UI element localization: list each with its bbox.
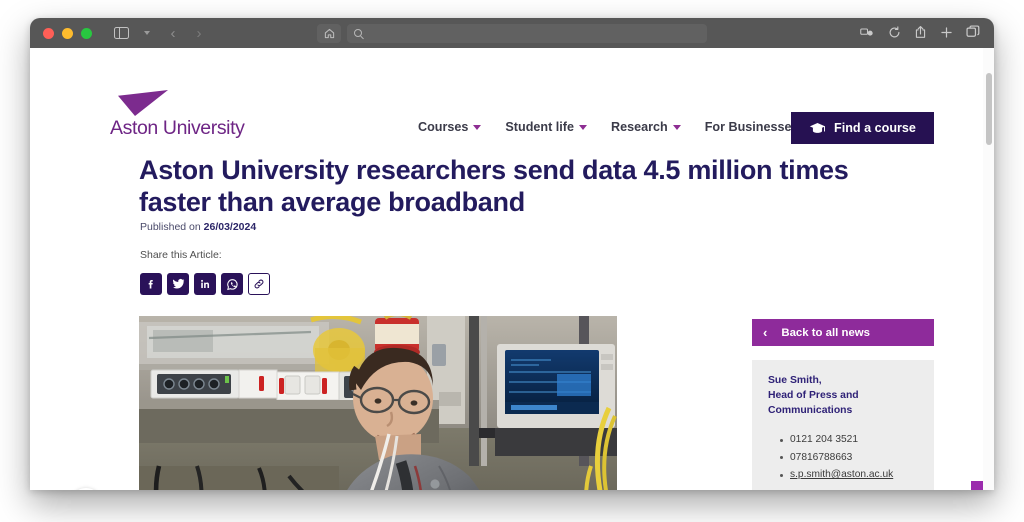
site-logo[interactable]: Aston University <box>110 90 260 140</box>
forward-button[interactable]: › <box>188 23 210 43</box>
titlebar-left-controls: ‹ › <box>110 23 210 43</box>
extensions-icon[interactable] <box>860 26 875 40</box>
aston-triangle-logo-icon <box>118 90 168 116</box>
back-to-all-news-label: Back to all news <box>781 326 870 339</box>
accessibility-widget-button[interactable] <box>70 488 102 490</box>
home-icon <box>324 28 334 38</box>
published-date: Published on 26/03/2024 <box>140 221 256 233</box>
nav-item-label: Research <box>610 120 668 134</box>
contact-name-line: Head of Press and <box>768 389 859 401</box>
close-window-button[interactable] <box>43 27 54 39</box>
find-a-course-button[interactable]: Find a course <box>791 112 934 144</box>
minimize-window-button[interactable] <box>62 27 73 39</box>
page-viewport: Aston University Courses Student life Re… <box>30 48 994 490</box>
nav-item-label: Student life <box>505 120 574 134</box>
back-button[interactable]: ‹ <box>162 23 184 43</box>
facebook-share-icon[interactable] <box>140 273 162 295</box>
scrollbar-thumb[interactable] <box>986 73 992 145</box>
contact-name-sue-smith: Sue Smith, Head of Press and Communicati… <box>768 374 918 418</box>
chevron-down-icon <box>144 31 150 35</box>
browser-titlebar: ‹ › <box>30 18 994 48</box>
chevron-down-icon <box>473 124 482 130</box>
list-item: 07816788663 <box>780 449 918 467</box>
window-controls <box>43 27 92 39</box>
sidebar-toggle-icon <box>113 27 129 40</box>
nav-item-label: Courses <box>418 120 469 134</box>
reload-icon[interactable] <box>888 25 901 41</box>
list-item: 0121 204 3521 <box>780 431 918 449</box>
linkedin-share-icon[interactable] <box>194 273 216 295</box>
search-icon <box>354 29 362 37</box>
contact-name-line: Sue Smith, <box>768 375 822 386</box>
twitter-share-icon[interactable] <box>167 273 189 295</box>
copy-link-icon[interactable] <box>248 273 270 295</box>
chevron-right-icon: › <box>196 24 202 42</box>
chevron-left-icon: ‹ <box>170 24 176 42</box>
nav-item-label: For Businesses <box>704 120 799 134</box>
chevron-left-icon: ‹ <box>763 325 768 340</box>
maximize-window-button[interactable] <box>81 27 92 39</box>
back-to-all-news-button[interactable]: ‹ Back to all news <box>752 319 934 346</box>
page-scrollbar[interactable] <box>983 48 994 490</box>
chevron-down-icon <box>578 124 587 130</box>
contact-name-line: Communications <box>768 404 853 416</box>
address-input[interactable] <box>347 23 707 43</box>
browser-window: ‹ › Aston University Courses Student lif… <box>30 18 994 490</box>
contact-phone-mobile: 07816788663 <box>790 451 853 463</box>
list-item: s.p.smith@aston.ac.uk <box>780 466 918 484</box>
nav-item-research[interactable]: Research <box>611 120 681 134</box>
page-title: Aston University researchers send data 4… <box>139 155 849 217</box>
chevron-down-icon <box>672 124 681 130</box>
published-prefix: Published on <box>140 221 204 233</box>
share-buttons <box>140 273 270 295</box>
titlebar-right-controls <box>860 25 980 41</box>
contact-phone-office: 0121 204 3521 <box>790 434 858 446</box>
home-button[interactable] <box>317 23 341 43</box>
tab-group-button[interactable] <box>136 23 158 43</box>
nav-item-for-businesses[interactable]: For Businesses <box>705 120 799 134</box>
tab-overview-icon[interactable] <box>966 25 980 41</box>
nav-item-student-life[interactable]: Student life <box>505 120 587 134</box>
site-logo-text: Aston University <box>110 117 245 139</box>
whatsapp-share-icon[interactable] <box>221 273 243 295</box>
contact-details-list: 0121 204 3521 07816788663 s.p.smith@asto… <box>780 431 918 484</box>
graduation-cap-icon <box>809 122 826 133</box>
share-icon[interactable] <box>914 25 927 41</box>
address-bar-area <box>317 23 707 43</box>
nav-item-courses[interactable]: Courses <box>418 120 482 134</box>
press-contacts-card: Sue Smith, Head of Press and Communicati… <box>752 360 934 490</box>
article-image <box>139 316 617 490</box>
sidebar-toggle-button[interactable] <box>110 23 132 43</box>
main-navigation: Courses Student life Research For Busine… <box>418 120 799 134</box>
share-article-label: Share this Article: <box>140 249 222 261</box>
new-tab-icon[interactable] <box>940 26 953 41</box>
contact-email-link[interactable]: s.p.smith@aston.ac.uk <box>790 469 893 480</box>
published-date-value: 26/03/2024 <box>203 221 257 233</box>
find-a-course-label: Find a course <box>834 121 916 135</box>
